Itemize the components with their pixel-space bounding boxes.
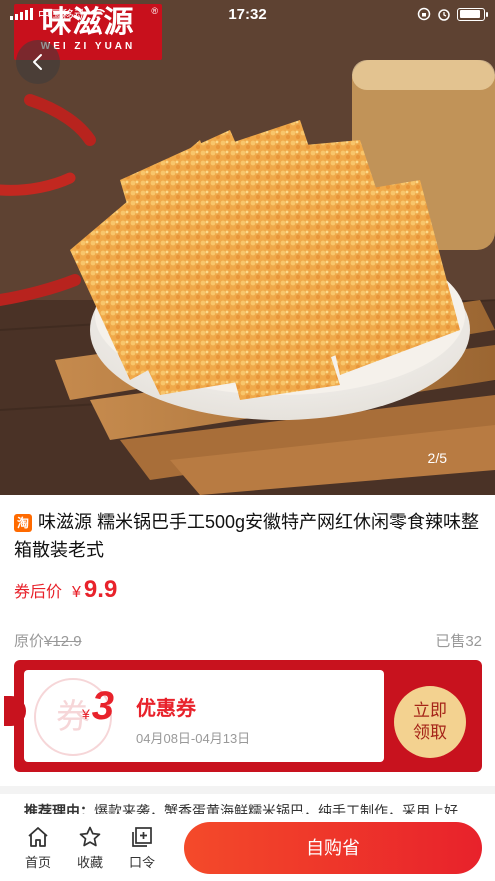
product-title-text: 味滋源 糯米锅巴手工500g安徽特产网红休闲零食辣味整箱散装老式 xyxy=(14,512,480,560)
home-icon xyxy=(28,826,48,847)
status-time: 17:32 xyxy=(228,5,267,23)
coupon-value: 3 xyxy=(91,684,115,728)
product-photo xyxy=(0,0,495,495)
chevron-left-icon xyxy=(33,54,42,70)
claim-button-line2: 领取 xyxy=(413,723,447,742)
coupon-card[interactable]: 券 ¥ 3 优惠券 04月08日-04月13日 立即 领取 xyxy=(4,660,482,772)
tab-command[interactable]: 口令 xyxy=(116,825,168,871)
self-purchase-button[interactable]: 自购省 xyxy=(184,822,482,874)
coupon-body: 券 ¥ 3 优惠券 04月08日-04月13日 xyxy=(24,670,384,762)
status-icons xyxy=(417,7,488,21)
battery-icon xyxy=(457,7,488,21)
status-bar: 中国移动 17:32 xyxy=(0,0,495,28)
sold-count: 已售32 xyxy=(435,633,482,650)
tab-favorite[interactable]: 收藏 xyxy=(64,825,116,871)
plus-square-icon xyxy=(132,826,152,847)
product-title: 淘味滋源 糯米锅巴手工500g安徽特产网红休闲零食辣味整箱散装老式 xyxy=(14,508,484,564)
carrier-name: 中国移动 xyxy=(38,7,87,22)
taobao-icon: 淘 xyxy=(14,514,32,532)
tab-home[interactable]: 首页 xyxy=(12,825,64,871)
tab-command-label: 口令 xyxy=(128,854,155,870)
original-price-value: ¥12.9 xyxy=(44,633,82,650)
tab-favorite-label: 收藏 xyxy=(76,854,103,870)
price-label: 券后价 xyxy=(14,584,63,601)
price-row: 券后价 ¥ 9.9 xyxy=(14,576,117,604)
original-price: 原价¥12.9 xyxy=(14,630,82,651)
product-image-gallery[interactable] xyxy=(0,0,495,495)
section-divider xyxy=(0,786,495,794)
wifi-icon xyxy=(91,8,106,19)
original-price-label: 原价 xyxy=(14,633,45,650)
signal-icon xyxy=(10,8,33,20)
back-button[interactable] xyxy=(16,40,60,84)
price-currency: ¥ xyxy=(72,584,81,601)
rotation-lock-icon xyxy=(417,7,431,21)
carrier-group: 中国移动 xyxy=(10,6,106,23)
coupon-dates: 04月08日-04月13日 xyxy=(136,731,251,746)
claim-button-line1: 立即 xyxy=(413,701,447,720)
gallery-pager: 2/5 xyxy=(427,450,447,466)
price-value: 9.9 xyxy=(83,576,118,603)
bottom-action-bar: 首页 收藏 口令 自购省 xyxy=(0,814,495,881)
alarm-icon xyxy=(438,9,450,21)
coupon-title: 优惠券 xyxy=(136,698,196,720)
coupon-amount: ¥ 3 xyxy=(82,684,114,729)
star-icon xyxy=(79,826,101,846)
original-price-row: 原价¥12.9 已售32 xyxy=(14,630,482,651)
tab-home-label: 首页 xyxy=(24,854,51,870)
claim-coupon-button[interactable]: 立即 领取 xyxy=(394,686,466,758)
coupon-currency: ¥ xyxy=(82,706,90,722)
coupon-notch xyxy=(4,696,26,726)
